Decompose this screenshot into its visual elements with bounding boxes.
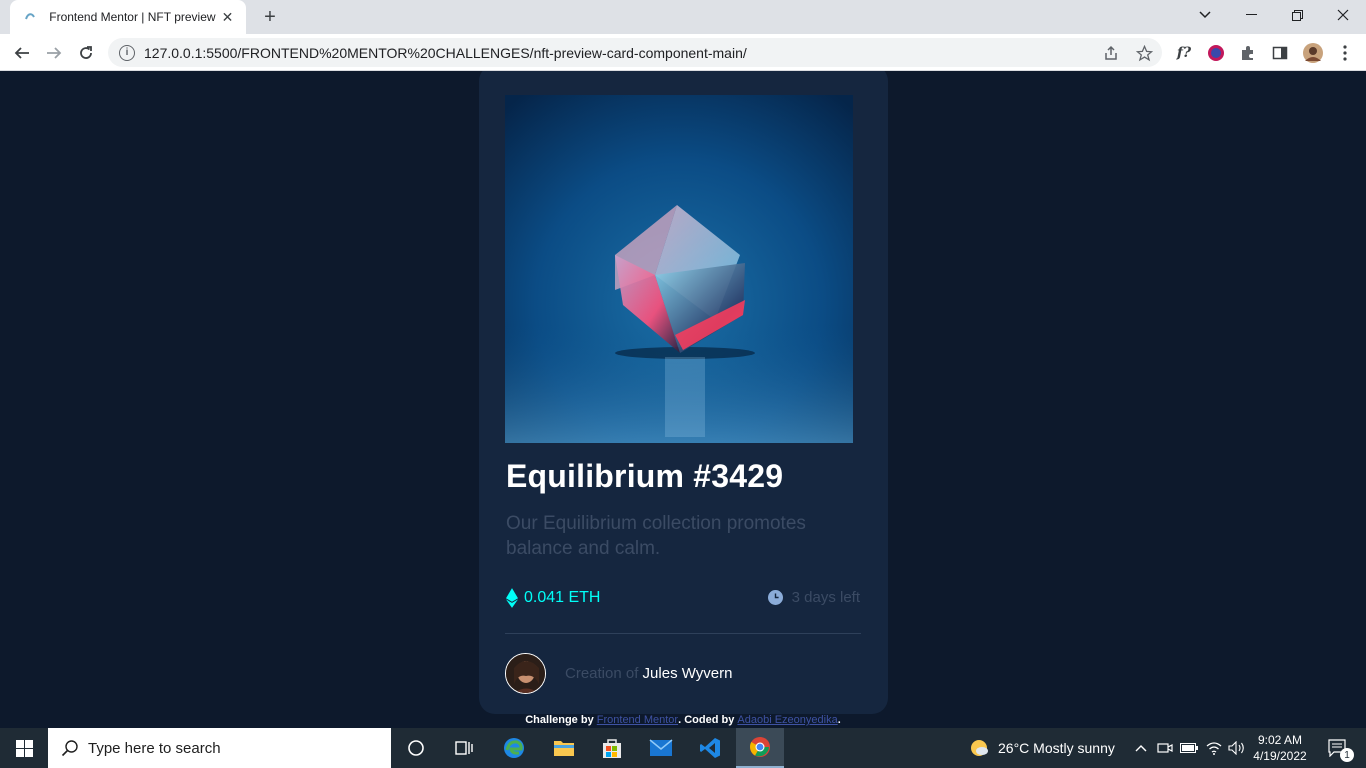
card-divider [505, 633, 861, 634]
search-icon [61, 740, 78, 757]
meet-now-icon[interactable] [1155, 738, 1175, 758]
browser-toolbar: i 127.0.0.1:5500/FRONTEND%20MENTOR%20CHA… [0, 34, 1366, 71]
creator-name-link[interactable]: Jules Wyvern [643, 665, 733, 682]
color-extension-icon[interactable] [1205, 42, 1227, 64]
show-hidden-icons-chevron-icon[interactable] [1131, 738, 1151, 758]
taskbar-search-box[interactable]: Type here to search [48, 728, 391, 768]
favicon-icon [22, 9, 37, 25]
attribution-suffix: . [837, 714, 841, 726]
clock-icon [767, 590, 783, 605]
taskbar-clock[interactable]: 9:02 AM 4/19/2022 [1248, 732, 1312, 764]
clock-time: 9:02 AM [1257, 733, 1303, 747]
reload-button[interactable] [72, 39, 100, 67]
task-view-icon[interactable] [440, 728, 488, 768]
time-left-value: 3 days left [791, 589, 860, 606]
battery-icon[interactable] [1179, 738, 1199, 758]
restore-button[interactable] [1274, 0, 1320, 30]
cortana-icon[interactable] [392, 728, 440, 768]
attribution-prefix: Challenge by [525, 714, 594, 726]
windows-start-button[interactable] [0, 728, 48, 768]
font-extension-icon[interactable]: f? [1173, 42, 1195, 64]
price-value: 0.041 ETH [524, 589, 601, 606]
vscode-icon[interactable] [686, 728, 734, 768]
extensions-puzzle-icon[interactable] [1237, 42, 1259, 64]
minimize-button[interactable] [1228, 0, 1274, 30]
store-icon[interactable] [588, 728, 636, 768]
author-link[interactable]: Adaobi Ezeonyedika [737, 714, 837, 726]
nft-image[interactable] [505, 95, 853, 443]
browser-tab[interactable]: Frontend Mentor | NFT preview c ✕ [10, 0, 246, 34]
creator-avatar [505, 653, 546, 694]
weather-text[interactable]: 26°C Mostly sunny [998, 740, 1115, 756]
tab-search-chevron-icon[interactable] [1182, 0, 1228, 30]
tab-close-icon[interactable]: ✕ [219, 8, 236, 26]
browser-menu-icon[interactable] [1334, 42, 1356, 64]
mail-icon[interactable] [637, 728, 685, 768]
nft-card: Equilibrium #3429 Our Equilibrium collec… [479, 71, 888, 714]
windows-taskbar: Type here to search 26°C Mostly sunny 9:… [0, 728, 1366, 768]
nft-description: Our Equilibrium collection promotes bala… [506, 513, 806, 559]
time-left-row: 3 days left [767, 589, 860, 606]
page-viewport: Equilibrium #3429 Our Equilibrium collec… [0, 71, 1366, 728]
address-bar[interactable]: i 127.0.0.1:5500/FRONTEND%20MENTOR%20CHA… [108, 38, 1162, 67]
frontend-mentor-link[interactable]: Frontend Mentor [597, 714, 678, 726]
url-text: 127.0.0.1:5500/FRONTEND%20MENTOR%20CHALL… [144, 44, 747, 61]
share-icon[interactable] [1101, 43, 1121, 63]
site-info-icon[interactable]: i [119, 44, 135, 61]
volume-icon[interactable] [1227, 738, 1247, 758]
creator-prefix: Creation of [565, 665, 639, 682]
side-panel-icon[interactable] [1269, 42, 1291, 64]
new-tab-button[interactable]: + [258, 5, 282, 29]
wifi-icon[interactable] [1204, 738, 1224, 758]
weather-sunny-icon[interactable] [968, 738, 990, 758]
notification-count-badge: 1 [1340, 748, 1354, 762]
close-window-button[interactable] [1320, 0, 1366, 30]
creator-line: Creation of Jules Wyvern [565, 665, 732, 682]
tab-title: Frontend Mentor | NFT preview c [49, 10, 219, 24]
price-row: 0.041 ETH [506, 588, 600, 608]
notification-center-icon[interactable]: 1 [1324, 738, 1354, 762]
chrome-icon[interactable] [736, 728, 784, 768]
nft-title[interactable]: Equilibrium #3429 [506, 458, 783, 495]
search-placeholder: Type here to search [88, 739, 221, 757]
browser-tab-strip: Frontend Mentor | NFT preview c ✕ + [0, 0, 1366, 34]
clock-date: 4/19/2022 [1253, 749, 1307, 763]
bookmark-star-icon[interactable] [1134, 43, 1154, 63]
back-button[interactable] [8, 39, 36, 67]
attribution-coded-by: . Coded by [678, 714, 735, 726]
profile-avatar[interactable] [1302, 42, 1324, 64]
edge-icon[interactable] [490, 728, 538, 768]
attribution: Challenge by Frontend Mentor. Coded by A… [0, 714, 1366, 726]
ethereum-icon [506, 588, 518, 608]
forward-button[interactable] [40, 39, 68, 67]
file-explorer-icon[interactable] [540, 728, 588, 768]
